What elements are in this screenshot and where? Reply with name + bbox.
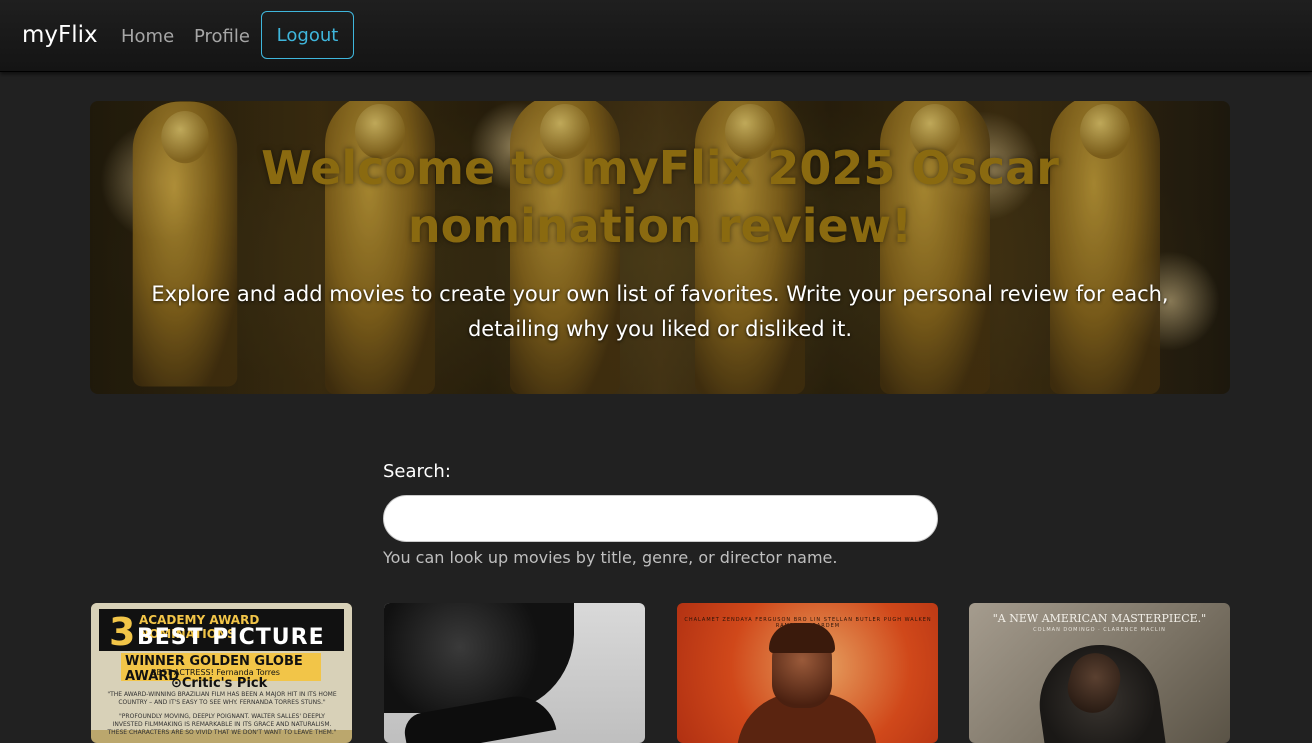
movie-poster: 3 ACADEMY AWARD NOMINATIONS BEST PICTURE… <box>91 603 352 736</box>
poster-text: "PROFOUNDLY MOVING, DEEPLY POIGNANT. WAL… <box>107 713 337 736</box>
top-navbar: myFlix Home Profile Logout <box>0 0 1312 72</box>
poster-text: "A NEW AMERICAN MASTERPIECE." <box>992 612 1207 625</box>
poster-banner: 3 ACADEMY AWARD NOMINATIONS BEST PICTURE <box>99 609 344 654</box>
poster-text: COLMAN DOMINGO · CLARENCE MACLIN <box>1033 627 1166 633</box>
movie-card[interactable]: 3 ACADEMY AWARD NOMINATIONS BEST PICTURE… <box>91 603 352 743</box>
search-input[interactable] <box>383 495 938 542</box>
nav-link-profile[interactable]: Profile <box>194 26 250 47</box>
brand-logo[interactable]: myFlix <box>22 22 98 48</box>
search-label: Search: <box>383 461 451 482</box>
nav-link-home[interactable]: Home <box>121 26 174 47</box>
movie-poster <box>384 603 574 713</box>
hero-title: Welcome to myFlix 2025 Oscar nomination … <box>261 141 1059 253</box>
poster-text: BEST PICTURE <box>137 625 325 650</box>
movie-card[interactable] <box>384 603 645 743</box>
movie-card[interactable]: CHALAMET ZENDAYA FERGUSON BRO LIN STELLA… <box>677 603 938 743</box>
hero-subtitle: Explore and add movies to create your ow… <box>151 282 1169 341</box>
movie-card[interactable]: "A NEW AMERICAN MASTERPIECE." COLMAN DOM… <box>969 603 1230 743</box>
poster-text: ⊙Critic's Pick <box>171 676 268 691</box>
poster-figure <box>769 623 835 653</box>
poster-text: 3 <box>109 610 136 654</box>
logout-button[interactable]: Logout <box>261 11 354 59</box>
hero-banner: Welcome to myFlix 2025 Oscar nomination … <box>90 101 1230 394</box>
search-help-text: You can look up movies by title, genre, … <box>383 548 838 567</box>
poster-text: "THE AWARD-WINNING BRAZILIAN FILM HAS BE… <box>107 691 337 706</box>
